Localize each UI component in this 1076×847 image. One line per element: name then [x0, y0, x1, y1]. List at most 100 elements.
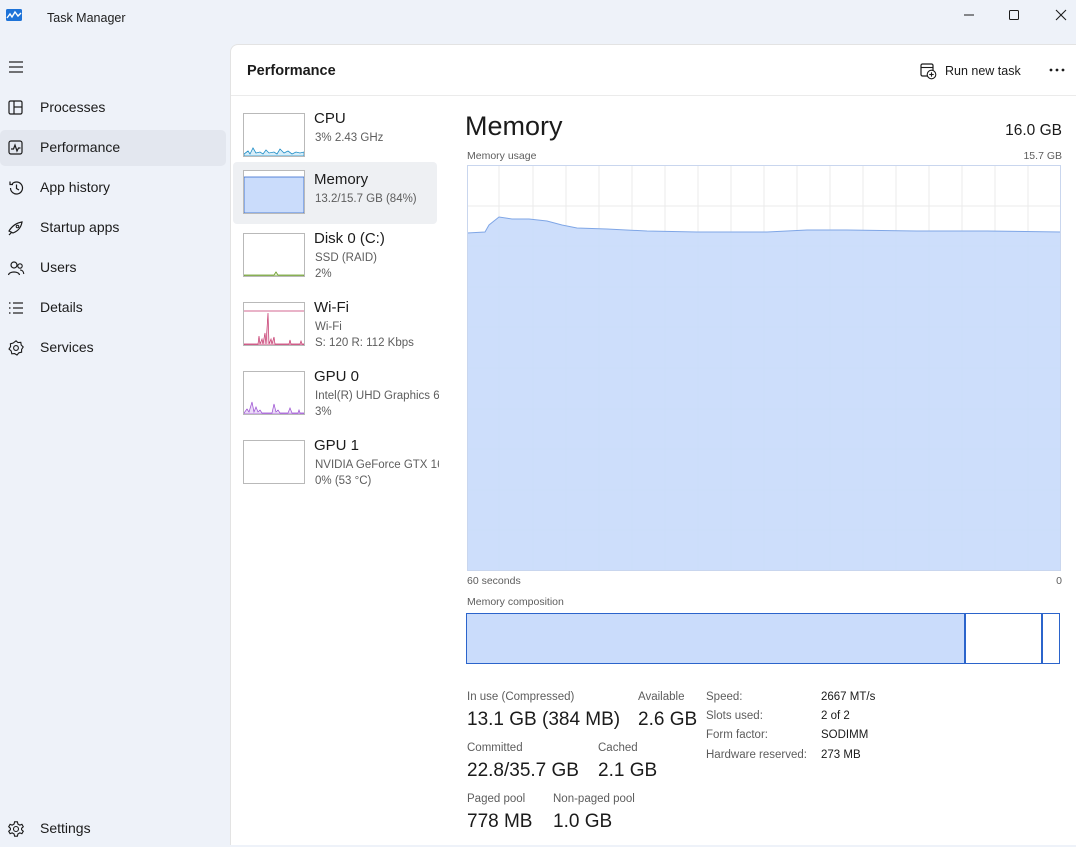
detail-speed-label: Speed: [706, 691, 743, 703]
services-icon [8, 340, 24, 356]
nav-item-processes[interactable]: Processes [0, 90, 226, 126]
device-sub-disk-type: SSD (RAID) [315, 252, 377, 264]
memory-composition-bar [466, 613, 1060, 664]
task-manager-app-icon [6, 9, 22, 21]
memory-total: 16.0 GB [1005, 122, 1062, 139]
stat-available-label: Available [638, 691, 685, 703]
memory-usage-graph [467, 165, 1061, 571]
more-options-icon[interactable] [1045, 60, 1069, 80]
nav-item-startup-apps[interactable]: Startup apps [0, 210, 226, 246]
nav-label-startup-apps: Startup apps [40, 219, 120, 235]
stat-committed-value: 22.8/35.7 GB [467, 760, 579, 781]
nav-item-details[interactable]: Details [0, 290, 226, 326]
main-panel: Performance Run new task CPU 3% 2.43 GHz [230, 44, 1076, 845]
stat-in-use-label: In use (Compressed) [467, 691, 575, 703]
device-disk-0[interactable]: Disk 0 (C:) SSD (RAID) 2% [233, 228, 437, 290]
nav-label-app-history: App history [40, 179, 111, 195]
processes-icon [8, 100, 23, 115]
gpu0-thumbnail [243, 371, 305, 415]
device-name-gpu0: GPU 0 [314, 368, 360, 385]
users-icon [7, 261, 25, 276]
performance-icon [8, 140, 23, 155]
device-sub-cpu: 3% 2.43 GHz [315, 132, 384, 144]
graph-time-end: 0 [1056, 575, 1062, 587]
detail-form-factor-label: Form factor: [706, 729, 768, 741]
run-new-task-icon [920, 63, 937, 80]
run-new-task-label: Run new task [945, 64, 1021, 78]
device-sub-gpu1-model: NVIDIA GeForce GTX 16 [315, 459, 439, 471]
detail-speed-value: 2667 MT/s [821, 691, 876, 703]
nav-label-settings: Settings [40, 820, 91, 836]
device-gpu-0[interactable]: GPU 0 Intel(R) UHD Graphics 6 3% [233, 366, 439, 428]
device-sub-gpu1-usage: 0% (53 °C) [315, 475, 372, 487]
device-cpu[interactable]: CPU 3% 2.43 GHz [233, 108, 437, 164]
device-memory[interactable]: Memory 13.2/15.7 GB (84%) [233, 162, 437, 224]
app-history-icon [9, 181, 24, 195]
nav-label-users: Users [40, 259, 77, 275]
nav-label-performance: Performance [40, 139, 121, 155]
gpu1-thumbnail [243, 440, 305, 484]
detail-hardware-reserved-value: 273 MB [821, 749, 861, 761]
window-title: Task Manager [47, 11, 126, 25]
stat-in-use-value: 13.1 GB (384 MB) [467, 709, 621, 730]
stat-committed-label: Committed [467, 742, 523, 754]
composition-in-use [467, 614, 965, 663]
device-name-memory: Memory [314, 171, 369, 188]
nav-label-services: Services [40, 339, 94, 355]
page-title: Performance [247, 63, 336, 79]
memory-usage-label: Memory usage [467, 150, 537, 162]
composition-standby [965, 614, 1041, 663]
detail-form-factor-value: SODIMM [821, 729, 869, 741]
device-name-wifi: Wi-Fi [314, 299, 349, 316]
detail-slots-value: 2 of 2 [821, 710, 850, 722]
device-sub-wifi-rate: S: 120 R: 112 Kbps [315, 337, 414, 349]
maximize-icon [1009, 10, 1019, 20]
device-name-cpu: CPU [314, 110, 346, 127]
maximize-button[interactable] [991, 0, 1037, 30]
details-icon [9, 302, 23, 314]
stat-nonpaged-pool-label: Non-paged pool [553, 793, 635, 805]
nav-item-settings[interactable]: Settings [0, 811, 226, 847]
device-wifi[interactable]: Wi-Fi Wi-Fi S: 120 R: 112 Kbps [233, 297, 437, 359]
disk-thumbnail [243, 233, 305, 277]
settings-gear-icon [7, 821, 25, 837]
minimize-button[interactable] [946, 0, 992, 30]
device-sub-gpu0-model: Intel(R) UHD Graphics 6 [315, 390, 439, 402]
header-divider [231, 95, 1076, 96]
memory-heading: Memory [465, 111, 563, 141]
device-sub-memory: 13.2/15.7 GB (84%) [315, 193, 417, 205]
detail-slots-label: Slots used: [706, 710, 763, 722]
device-sub-wifi-type: Wi-Fi [315, 321, 342, 333]
composition-free-divider [1041, 614, 1043, 663]
nav-item-users[interactable]: Users [0, 250, 226, 286]
device-gpu-1[interactable]: GPU 1 NVIDIA GeForce GTX 16 0% (53 °C) [233, 435, 439, 497]
title-bar: Task Manager [0, 0, 1076, 42]
memory-usage-max: 15.7 GB [1023, 150, 1062, 162]
device-sub-disk-usage: 2% [315, 268, 332, 280]
device-name-gpu1: GPU 1 [314, 437, 360, 454]
stat-available-value: 2.6 GB [638, 709, 698, 730]
stat-paged-pool-label: Paged pool [467, 793, 526, 805]
close-button[interactable] [1038, 0, 1076, 30]
detail-hardware-reserved-label: Hardware reserved: [706, 749, 807, 761]
nav-label-details: Details [40, 299, 83, 315]
nav-item-performance[interactable]: Performance [0, 130, 226, 166]
startup-apps-icon [8, 221, 23, 236]
device-sub-gpu0-usage: 3% [315, 406, 332, 418]
hamburger-menu-icon[interactable] [8, 60, 24, 74]
memory-composition-label: Memory composition [467, 596, 564, 608]
run-new-task-button[interactable]: Run new task [919, 59, 1021, 83]
stat-cached-label: Cached [598, 742, 638, 754]
stat-nonpaged-pool-value: 1.0 GB [553, 811, 613, 832]
close-icon [1055, 9, 1067, 21]
wifi-thumbnail [243, 302, 305, 346]
nav-item-app-history[interactable]: App history [0, 170, 226, 206]
cpu-thumbnail [243, 113, 305, 157]
minimize-icon [964, 14, 974, 16]
navigation-pane: Processes Performance App history Startu… [0, 44, 230, 844]
device-name-disk: Disk 0 (C:) [314, 230, 385, 247]
memory-thumbnail [243, 170, 305, 214]
nav-item-services[interactable]: Services [0, 330, 226, 366]
graph-time-span: 60 seconds [467, 575, 521, 587]
stat-cached-value: 2.1 GB [598, 760, 658, 781]
